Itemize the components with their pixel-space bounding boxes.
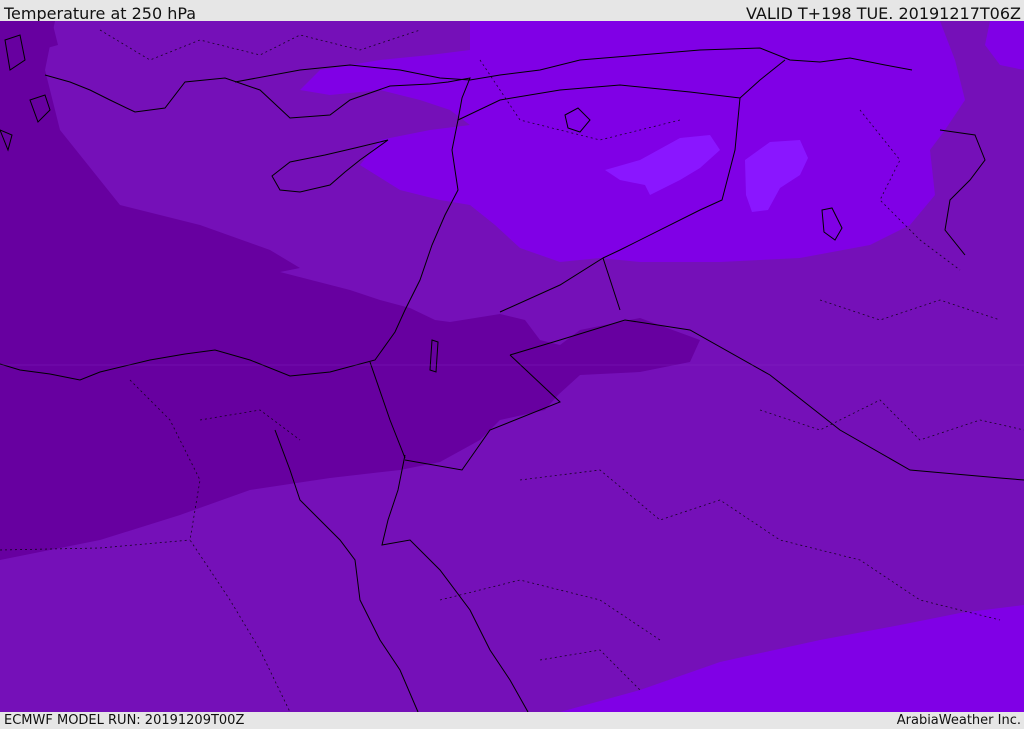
temperature-map (0, 21, 1024, 712)
dark-pocket-turkey (0, 21, 58, 50)
header-bar: Temperature at 250 hPa VALID T+198 TUE. … (0, 0, 1024, 21)
valid-time: VALID T+198 TUE. 20191217T06Z (745, 4, 1021, 21)
credit: ArabiaWeather Inc. (896, 713, 1021, 728)
footer-bar: ECMWF MODEL RUN: 20191209T00Z ArabiaWeat… (0, 712, 1024, 729)
model-run: ECMWF MODEL RUN: 20191209T00Z (4, 713, 245, 728)
map-title: Temperature at 250 hPa (4, 4, 197, 21)
